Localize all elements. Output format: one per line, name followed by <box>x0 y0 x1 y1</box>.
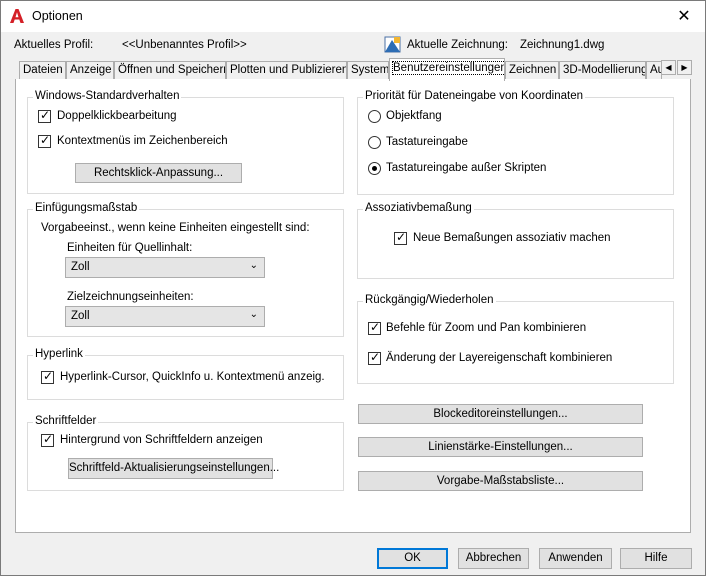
tab-scroll-left-button[interactable]: ◀ <box>661 60 676 75</box>
tab-anzeige[interactable]: Anzeige <box>66 61 114 80</box>
radio-keyboard-except-scripts-label: Tastatureingabe außer Skripten <box>386 162 547 174</box>
arrow-left-icon: ◀ <box>665 63 672 72</box>
field-background-checkbox[interactable] <box>41 432 54 447</box>
tab-system[interactable]: System <box>347 61 389 80</box>
drawing-label: Aktuelle Zeichnung: <box>407 39 509 51</box>
double-click-label: Doppelklickbearbeitung <box>57 110 177 122</box>
group-coord-priority-title: Priorität für Dateneingabe von Koordinat… <box>363 90 586 102</box>
group-hyperlink-title: Hyperlink <box>33 348 85 360</box>
radio-object-snap-label: Objektfang <box>386 110 442 122</box>
close-button[interactable]: ✕ <box>667 1 701 32</box>
drawing-file-icon <box>384 36 401 53</box>
dialog-title: Optionen <box>32 9 83 23</box>
source-units-label: Einheiten für Quellinhalt: <box>67 242 193 254</box>
group-undo-redo <box>357 301 674 384</box>
layer-changes-label: Änderung der Layereigenschaft kombiniere… <box>386 352 613 364</box>
radio-keyboard-entry-label: Tastatureingabe <box>386 136 468 148</box>
layer-changes-checkbox[interactable] <box>368 350 381 365</box>
cancel-button[interactable]: Abbrechen <box>458 548 529 569</box>
tab-plotten-publizieren[interactable]: Plotten und Publizieren <box>226 61 347 80</box>
tab-benutzereinstellungen[interactable]: Benutzereinstellungen <box>389 58 505 81</box>
target-units-select[interactable]: Zoll ⌄ <box>65 306 265 327</box>
field-background-label: Hintergrund von Schriftfeldern anzeigen <box>60 434 263 446</box>
radio-keyboard-except-scripts[interactable] <box>368 162 381 175</box>
tab-zeichnen[interactable]: Zeichnen <box>505 61 559 80</box>
close-icon: ✕ <box>677 8 691 25</box>
tab-dateien[interactable]: Dateien <box>19 61 66 80</box>
tab-oeffnen-speichern[interactable]: Öffnen und Speichern <box>114 61 226 80</box>
tab-3d-modellierung[interactable]: 3D-Modellierung <box>559 61 646 80</box>
lineweight-settings-button[interactable]: Linienstärke-Einstellungen... <box>358 437 643 457</box>
help-button[interactable]: Hilfe <box>620 548 692 569</box>
drawing-value: Zeichnung1.dwg <box>520 39 605 51</box>
tab-strip: Dateien Anzeige Öffnen und Speichern Plo… <box>15 58 692 81</box>
options-dialog: Optionen ✕ Aktuelles Profil: <<Unbenannt… <box>0 0 706 576</box>
user-settings-panel: Windows-Standardverhalten Doppelklickbea… <box>15 79 691 533</box>
group-insertion-scale-title: Einfügungsmaßstab <box>33 202 140 214</box>
target-units-value: Zoll <box>71 310 90 322</box>
hyperlink-label: Hyperlink-Cursor, QuickInfo u. Kontextme… <box>60 371 325 383</box>
group-fields-title: Schriftfelder <box>33 415 99 427</box>
group-fields <box>27 422 344 491</box>
zoom-pan-label: Befehle für Zoom und Pan kombinieren <box>386 322 587 334</box>
tab-auswahl-partial[interactable]: Au <box>646 61 662 80</box>
zoom-pan-checkbox[interactable] <box>368 320 381 335</box>
target-units-label: Zielzeichnungseinheiten: <box>67 291 194 303</box>
group-undo-redo-title: Rückgängig/Wiederholen <box>363 294 496 306</box>
chevron-down-icon: ⌄ <box>249 309 258 320</box>
ok-button[interactable]: OK <box>377 548 448 569</box>
source-units-value: Zoll <box>71 261 90 273</box>
assoc-dim-checkbox[interactable] <box>394 230 407 245</box>
assoc-dim-label: Neue Bemaßungen assoziativ machen <box>413 232 611 244</box>
double-click-checkbox[interactable] <box>38 108 51 123</box>
context-menus-label: Kontextmenüs im Zeichenbereich <box>57 135 228 147</box>
context-menus-checkbox[interactable] <box>38 133 51 148</box>
field-update-settings-button[interactable]: Schriftfeld-Aktualisierungseinstellungen… <box>68 458 279 479</box>
apply-button[interactable]: Anwenden <box>539 548 612 569</box>
tab-scroll-right-button[interactable]: ▶ <box>677 60 692 75</box>
default-scale-list-button[interactable]: Vorgabe-Maßstabsliste... <box>358 471 643 491</box>
group-assoc-dim-title: Assoziativbemaßung <box>363 202 474 214</box>
profile-value: <<Unbenanntes Profil>> <box>122 39 247 51</box>
right-click-customization-button[interactable]: Rechtsklick-Anpassung... <box>75 163 242 183</box>
source-units-select[interactable]: Zoll ⌄ <box>65 257 265 278</box>
block-editor-settings-button[interactable]: Blockeditoreinstellungen... <box>358 404 643 424</box>
group-windows-standard-title: Windows-Standardverhalten <box>33 90 182 102</box>
title-bar: Optionen ✕ <box>1 1 705 32</box>
radio-keyboard-entry[interactable] <box>368 136 381 149</box>
chevron-down-icon: ⌄ <box>249 260 258 271</box>
autocad-logo-icon <box>10 9 24 23</box>
radio-object-snap[interactable] <box>368 110 381 123</box>
insertion-scale-description: Vorgabeeinst., wenn keine Einheiten eing… <box>41 222 310 234</box>
profile-label: Aktuelles Profil: <box>14 39 94 51</box>
hyperlink-checkbox[interactable] <box>41 369 54 384</box>
arrow-right-icon: ▶ <box>681 63 688 72</box>
